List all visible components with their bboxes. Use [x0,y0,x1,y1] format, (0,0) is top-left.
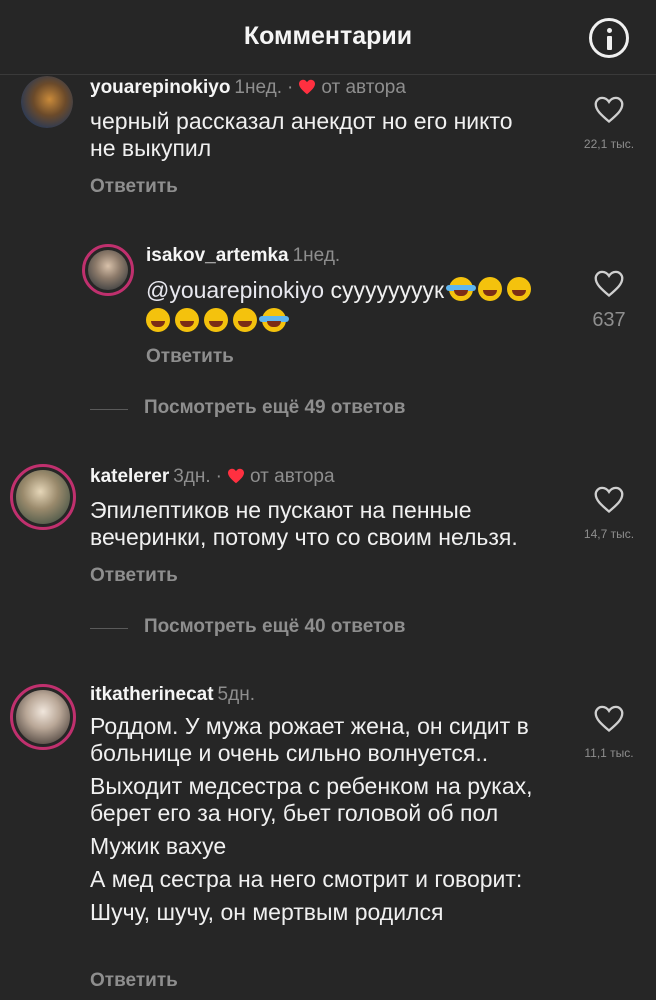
like-control[interactable]: 14,7 тыс. [579,486,639,541]
rofl-emoji [146,308,170,332]
like-heart-icon[interactable] [594,96,624,124]
avatar[interactable] [10,464,76,530]
reply-button[interactable]: Ответить [90,176,178,198]
comment-username[interactable]: isakov_artemka [146,245,289,266]
thread-line [90,409,128,410]
comment-username[interactable]: youarepinokiyo [90,77,230,98]
rofl-emoji [233,308,257,332]
comment-time: 1нед. [292,245,341,266]
info-icon[interactable] [589,18,629,58]
like-heart-icon[interactable] [594,486,624,514]
like-control[interactable]: 11,1 тыс. [579,705,639,760]
comment-time: 1нед. [234,77,282,98]
comment-username[interactable]: katelerer [90,466,169,487]
comment-username[interactable]: itkatherinecat [90,684,214,705]
rofl-emoji [478,277,503,301]
rofl-emoji [175,308,199,332]
avatar[interactable] [10,684,76,750]
laugh-crying-emoji [259,308,289,332]
author-heart-icon [228,468,244,484]
like-control[interactable]: 22,1 тыс. [579,96,639,151]
reply-button[interactable]: Ответить [146,346,234,368]
comment-text: черный рассказал анекдот но его никто не… [90,108,513,161]
rofl-emoji [507,277,532,301]
page-title: Комментарии [243,22,413,50]
header-divider [0,74,656,75]
like-count: 22,1 тыс. [583,137,635,151]
comment-time: 5дн. [217,684,255,705]
view-more-label[interactable]: Посмотреть ещё 40 ответов [144,616,405,638]
comment-time: 3дн. [173,466,211,487]
rofl-emoji [204,308,228,332]
reply-button[interactable]: Ответить [90,970,178,992]
comment-text: @youarepinokiyo суууууууук [146,277,566,335]
view-more-label[interactable]: Посмотреть ещё 49 ответов [144,397,405,419]
thread-line [90,628,128,629]
comment-text: Эпилептиков не пускают на пенные вечерин… [90,497,518,550]
like-heart-icon[interactable] [594,270,624,298]
author-heart-icon [299,79,316,95]
meta-separator: · [215,466,222,487]
author-badge: от автора [321,77,406,98]
comment-text: Роддом. У мужа рожает жена, он сидит в б… [90,713,533,925]
meta-separator: · [287,77,294,98]
avatar[interactable] [82,244,134,296]
like-control[interactable]: 637 [579,270,639,332]
like-count: 637 [592,309,626,331]
laugh-crying-emoji [446,277,477,301]
mention-link[interactable]: @youarepinokiyo [146,277,324,303]
like-count: 14,7 тыс. [583,527,635,541]
header: Комментарии [0,0,656,76]
reply-button[interactable]: Ответить [90,565,178,587]
like-heart-icon[interactable] [594,705,624,733]
avatar[interactable] [21,76,73,128]
like-count: 11,1 тыс. [584,746,634,760]
author-badge: от автора [250,466,335,487]
